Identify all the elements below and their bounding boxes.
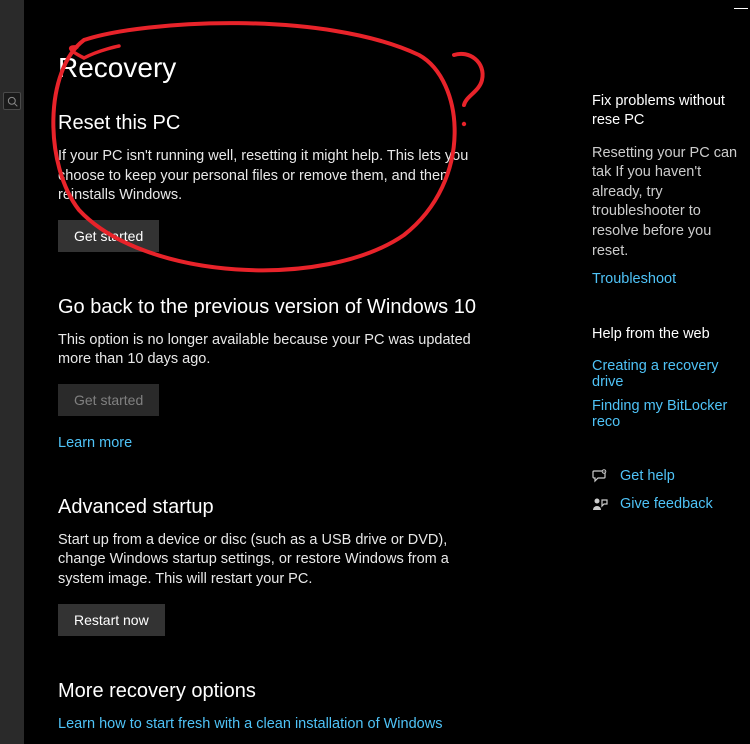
section-heading: Go back to the previous version of Windo… (58, 296, 582, 319)
person-icon (592, 496, 608, 512)
section-heading: More recovery options (58, 680, 582, 703)
go-back-section: Go back to the previous version of Windo… (58, 296, 582, 452)
give-feedback-row[interactable]: Give feedback (592, 496, 750, 512)
recovery-drive-link[interactable]: Creating a recovery drive (592, 358, 750, 390)
page-title: Recovery (58, 52, 582, 84)
more-recovery-section: More recovery options Learn how to start… (58, 680, 582, 733)
get-help-row[interactable]: ? Get help (592, 468, 750, 484)
main: Recovery Reset this PC If your PC isn't … (24, 0, 750, 744)
give-feedback-link[interactable]: Give feedback (620, 496, 713, 512)
block-heading: Fix problems without rese PC (592, 92, 750, 130)
troubleshoot-link[interactable]: Troubleshoot (592, 271, 750, 287)
learn-more-link[interactable]: Learn more (58, 435, 132, 451)
block-body: Resetting your PC can tak If you haven't… (592, 144, 750, 261)
advanced-startup-section: Advanced startup Start up from a device … (58, 496, 582, 636)
bitlocker-link[interactable]: Finding my BitLocker reco (592, 398, 750, 430)
block-heading: Help from the web (592, 325, 750, 344)
clean-install-link[interactable]: Learn how to start fresh with a clean in… (58, 716, 442, 732)
section-heading: Reset this PC (58, 112, 582, 135)
support-block: ? Get help Give feedback (592, 468, 750, 512)
section-body: This option is no longer available becau… (58, 331, 478, 370)
get-started-button[interactable]: Get started (58, 220, 159, 252)
get-started-disabled-button: Get started (58, 384, 159, 416)
sidebar (0, 0, 24, 744)
content-column: Recovery Reset this PC If your PC isn't … (24, 0, 582, 744)
restart-now-button[interactable]: Restart now (58, 604, 165, 636)
minimize-icon[interactable] (734, 7, 748, 9)
help-from-web-block: Help from the web Creating a recovery dr… (592, 325, 750, 430)
search-icon[interactable] (3, 92, 21, 110)
right-column: Fix problems without rese PC Resetting y… (582, 0, 750, 744)
chat-icon: ? (592, 468, 608, 484)
fix-problems-block: Fix problems without rese PC Resetting y… (592, 92, 750, 287)
get-help-link[interactable]: Get help (620, 468, 675, 484)
reset-this-pc-section: Reset this PC If your PC isn't running w… (58, 112, 582, 252)
section-body: If your PC isn't running well, resetting… (58, 147, 478, 206)
section-body: Start up from a device or disc (such as … (58, 531, 478, 590)
section-heading: Advanced startup (58, 496, 582, 519)
